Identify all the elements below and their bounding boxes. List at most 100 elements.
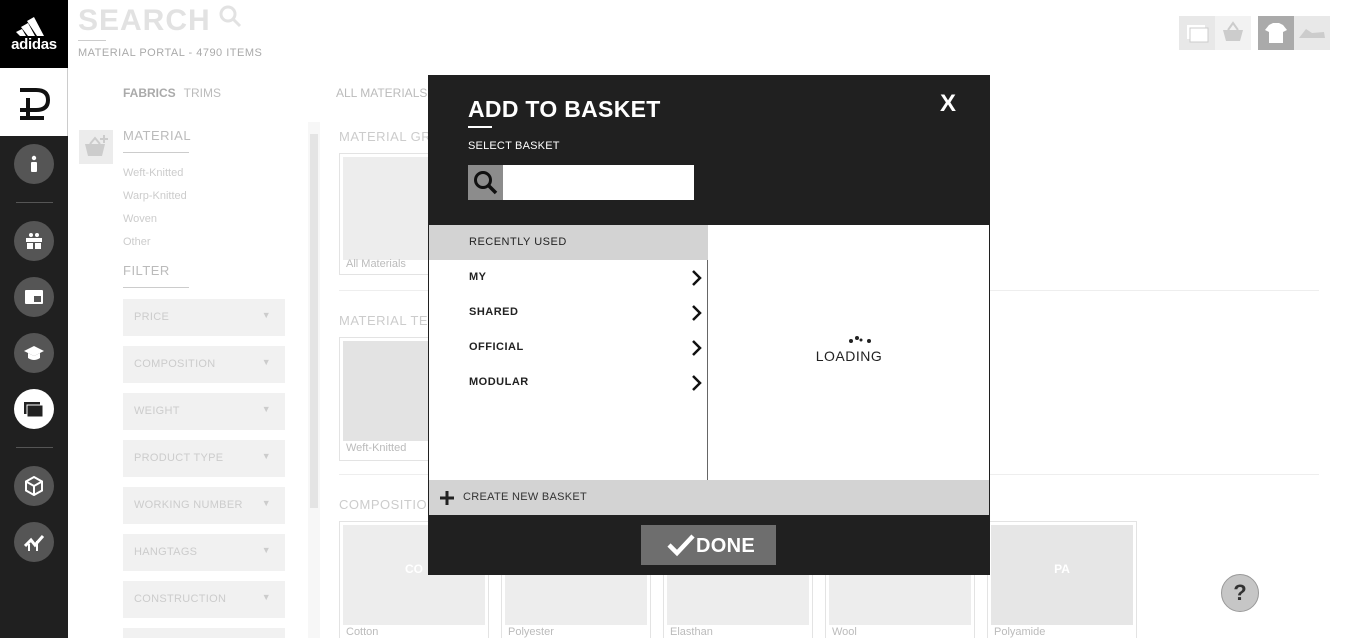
filter-label: WORKING NUMBER xyxy=(134,499,243,511)
sidebar-scroll-thumb[interactable] xyxy=(310,134,318,508)
tile-polyamide[interactable]: PA Polyamide xyxy=(987,521,1137,638)
chevron-down-icon: ▼ xyxy=(261,310,271,320)
material-item[interactable]: Other xyxy=(123,236,151,248)
loading-text: LOADING xyxy=(815,348,883,364)
filter-label: HANGTAGS xyxy=(134,546,198,558)
tile-caption: Polyamide xyxy=(994,626,1046,638)
apparel-button[interactable] xyxy=(1258,16,1294,50)
tile-caption: Weft-Knitted xyxy=(346,442,407,454)
category-modular[interactable]: MODULAR xyxy=(429,365,708,400)
rail-divider xyxy=(16,202,53,203)
pd-logo-icon xyxy=(20,88,51,120)
gift-icon xyxy=(26,233,42,249)
chevron-down-icon: ▼ xyxy=(261,498,271,508)
select-basket-label: SELECT BASKET xyxy=(468,140,560,152)
tile-caption: Cotton xyxy=(346,626,379,638)
add-basket-button[interactable] xyxy=(79,130,113,164)
checkmark-icon xyxy=(667,534,695,557)
filter-label: WEIGHT xyxy=(134,405,180,417)
info-button[interactable] xyxy=(14,144,54,184)
basket-selector: RECENTLY USED MY SHARED OFFICIAL MODULAR… xyxy=(429,225,989,480)
basket-search-input[interactable] xyxy=(503,165,694,200)
filter-more[interactable] xyxy=(123,628,285,638)
category-label: OFFICIAL xyxy=(469,341,524,353)
done-label: DONE xyxy=(696,535,755,557)
search-underline xyxy=(78,40,106,41)
category-label: MODULAR xyxy=(469,376,529,388)
material-tabs: FABRICS TRIMS xyxy=(123,86,229,100)
section-material-technology: MATERIAL TEC xyxy=(339,313,438,328)
analytics-button[interactable] xyxy=(14,522,54,562)
3d-button[interactable] xyxy=(14,466,54,506)
basket-list-panel: LOADING xyxy=(709,225,989,480)
filter-composition[interactable]: COMPOSITION ▼ xyxy=(123,346,285,383)
adidas-logo[interactable]: adidas xyxy=(0,0,68,68)
heading-underline xyxy=(123,287,189,288)
chevron-down-icon: ▼ xyxy=(261,404,271,414)
filter-hangtags[interactable]: HANGTAGS ▼ xyxy=(123,534,285,571)
tile-caption: All Materials xyxy=(346,258,406,270)
learning-button[interactable] xyxy=(14,333,54,373)
basket-icon xyxy=(1223,21,1243,41)
filter-label: COMPOSITION xyxy=(134,358,216,370)
filter-price[interactable]: PRICE ▼ xyxy=(123,299,285,336)
category-recently-used[interactable]: RECENTLY USED xyxy=(429,225,708,260)
materials-button[interactable] xyxy=(14,389,54,429)
materials-icon xyxy=(24,402,44,418)
basket-search xyxy=(468,165,694,200)
category-shared[interactable]: SHARED xyxy=(429,295,708,330)
pd-logo[interactable] xyxy=(0,68,68,136)
chevron-down-icon: ▼ xyxy=(261,451,271,461)
category-my[interactable]: MY xyxy=(429,260,708,295)
chevron-right-icon xyxy=(692,270,702,286)
shirt-icon xyxy=(1265,23,1287,43)
done-button[interactable]: DONE xyxy=(641,525,776,565)
filter-construction[interactable]: CONSTRUCTION ▼ xyxy=(123,581,285,618)
material-item[interactable]: Weft-Knitted xyxy=(123,167,183,179)
section-composition: COMPOSITIO xyxy=(339,497,428,512)
tab-fabrics[interactable]: FABRICS xyxy=(123,86,176,100)
category-official[interactable]: OFFICIAL xyxy=(429,330,708,365)
search-icon xyxy=(219,5,242,28)
search-button[interactable] xyxy=(468,165,503,200)
tile-abbreviation: PA xyxy=(1054,562,1070,576)
material-item[interactable]: Woven xyxy=(123,213,157,225)
materials-icon xyxy=(1187,25,1209,43)
create-new-basket-button[interactable]: CREATE NEW BASKET xyxy=(429,480,989,515)
shoe-icon xyxy=(1299,29,1325,38)
tile-view-button[interactable] xyxy=(1179,16,1215,50)
adidas-stripes-icon xyxy=(16,17,44,36)
category-label: SHARED xyxy=(469,306,519,318)
chevron-down-icon: ▼ xyxy=(261,357,271,367)
filter-working-number[interactable]: WORKING NUMBER ▼ xyxy=(123,487,285,524)
basket-add-icon xyxy=(85,135,108,156)
material-item[interactable]: Warp-Knitted xyxy=(123,190,187,202)
basket-view-button[interactable] xyxy=(1215,16,1251,50)
chevron-down-icon: ▼ xyxy=(261,592,271,602)
chevron-right-icon xyxy=(692,375,702,391)
breadcrumb-all-materials[interactable]: ALL MATERIALS xyxy=(336,86,427,100)
chevron-down-icon: ▼ xyxy=(261,545,271,555)
search-icon xyxy=(474,171,498,195)
graduation-cap-icon xyxy=(24,346,44,360)
filter-label: PRODUCT TYPE xyxy=(134,452,224,464)
rail-divider xyxy=(16,447,53,448)
heading-underline xyxy=(123,152,189,153)
gift-button[interactable] xyxy=(14,221,54,261)
close-button[interactable]: X xyxy=(940,90,956,118)
cube-icon xyxy=(25,476,43,496)
sample-button[interactable] xyxy=(14,277,54,317)
filter-heading: FILTER xyxy=(123,263,170,278)
left-rail: adidas xyxy=(0,0,68,638)
search-heading[interactable]: SEARCH xyxy=(78,4,242,38)
filter-label: CONSTRUCTION xyxy=(134,593,227,605)
footwear-button[interactable] xyxy=(1294,16,1330,50)
swatch-icon xyxy=(25,290,43,304)
tile-caption: Elasthan xyxy=(670,626,713,638)
section-material-group: MATERIAL GR xyxy=(339,129,432,144)
material-heading: MATERIAL xyxy=(123,128,192,143)
help-button[interactable]: ? xyxy=(1221,574,1259,612)
filter-weight[interactable]: WEIGHT ▼ xyxy=(123,393,285,430)
tab-trims[interactable]: TRIMS xyxy=(184,86,221,100)
filter-product-type[interactable]: PRODUCT TYPE ▼ xyxy=(123,440,285,477)
